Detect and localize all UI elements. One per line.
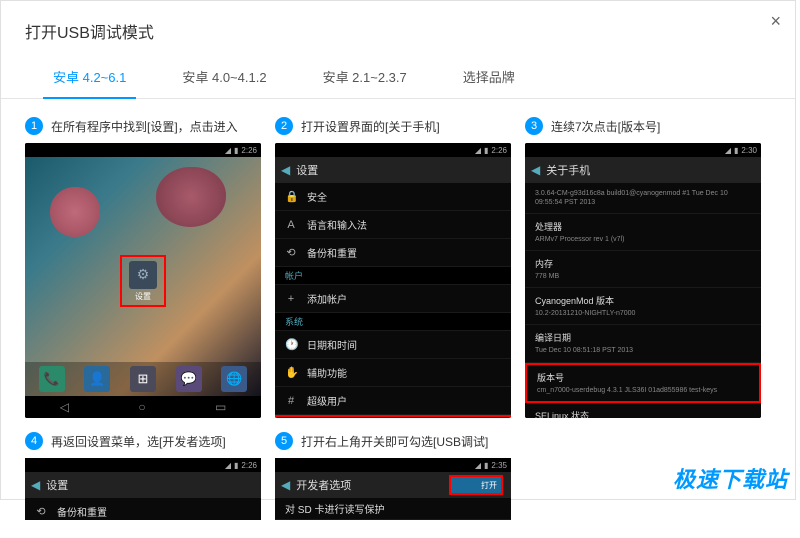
settings-app-highlight: ⚙ 设置 [120, 255, 166, 307]
about-phone-highlight: ⓘ关于手机 [275, 415, 511, 418]
step-text: 打开设置界面的[关于手机] [301, 118, 440, 135]
info-block: 编译日期Tue Dec 10 08:51:18 PST 2013 [525, 325, 761, 362]
status-time: 2:26 [491, 146, 507, 155]
list-item: 🕐日期和时间 [275, 331, 511, 359]
header-title: 开发者选项 [296, 477, 351, 493]
list-item: #超级用户 [275, 387, 511, 415]
tabs-bar: 安卓 4.2~6.1 安卓 4.0~4.1.2 安卓 2.1~2.3.7 选择品… [1, 57, 795, 99]
phone-screenshot-3: ◢▮2:30 ◀ 关于手机 3.0.64-CM-g93d16c8a build01… [525, 143, 761, 418]
contacts-icon: 👤 [84, 366, 110, 392]
settings-list: 🔒安全 A语言和输入法 ⟲备份和重置 帐户 +添加帐户 系统 🕐日期和时间 ✋辅… [275, 183, 511, 418]
status-time: 2:30 [741, 146, 757, 155]
tab-select-brand[interactable]: 选择品牌 [435, 57, 543, 98]
step-3: 3 连续7次点击[版本号] ◢▮2:30 ◀ 关于手机 3.0.64-CM-g93… [525, 117, 761, 418]
header-title: 关于手机 [546, 162, 590, 178]
step-number: 4 [25, 432, 43, 450]
watermark-text: 极速下载站 [673, 462, 788, 494]
header-title: 设置 [46, 477, 68, 493]
back-icon: ◀ [281, 163, 290, 177]
back-icon: ◀ [31, 478, 40, 492]
usb-debug-dialog: × 打开USB调试模式 安卓 4.2~6.1 安卓 4.0~4.1.2 安卓 2… [0, 0, 796, 500]
phone-icon: 📞 [39, 366, 65, 392]
step-4: 4 再返回设置菜单，选[开发者选项] ◢▮2:26 ◀ 设置 ⟲备份和重置 [25, 432, 261, 520]
section-header: 系统 [275, 313, 511, 331]
status-time: 2:26 [241, 461, 257, 470]
close-icon[interactable]: × [770, 11, 781, 32]
phone-screenshot-4: ◢▮2:26 ◀ 设置 ⟲备份和重置 [25, 458, 261, 520]
step-2: 2 打开设置界面的[关于手机] ◢▮2:26 ◀ 设置 🔒安全 A语言和输入法 ⟲… [275, 117, 511, 418]
info-block: 内存778 MB [525, 251, 761, 288]
status-bar: ◢▮2:26 [25, 458, 261, 472]
list-item: 对 SD 卡进行读写保护 [275, 498, 511, 520]
dialog-title: 打开USB调试模式 [1, 1, 795, 57]
step-text: 再返回设置菜单，选[开发者选项] [51, 433, 226, 450]
status-bar: ◢▮2:35 [275, 458, 511, 472]
back-icon: ◀ [281, 478, 290, 492]
settings-header: ◀ 设置 [25, 472, 261, 498]
tab-android-21-237[interactable]: 安卓 2.1~2.3.7 [295, 57, 435, 98]
tab-android-40-412[interactable]: 安卓 4.0~4.1.2 [154, 57, 294, 98]
status-bar: ◢▮2:26 [275, 143, 511, 157]
status-time: 2:26 [241, 146, 257, 155]
settings-label: 设置 [135, 291, 151, 302]
dev-toggle-highlight: 打开 [449, 475, 503, 495]
list-item: ✋辅助功能 [275, 359, 511, 387]
section-header: 帐户 [275, 267, 511, 285]
phone-screenshot-1: ◢▮2:26 ⚙ 设置 📞 👤 ⊞ 💬 🌐 ◁○▭ [25, 143, 261, 418]
tab-android-42-61[interactable]: 安卓 4.2~6.1 [25, 57, 154, 98]
list-item: +添加帐户 [275, 285, 511, 313]
apps-icon: ⊞ [130, 366, 156, 392]
phone-screenshot-5: ◢▮2:35 ◀开发者选项 打开 对 SD 卡进行读写保护 应用必须申请读取 S… [275, 458, 511, 520]
nav-bar: ◁○▭ [25, 396, 261, 418]
about-header: ◀ 关于手机 [525, 157, 761, 183]
step-number: 5 [275, 432, 293, 450]
step-number: 2 [275, 117, 293, 135]
status-bar: ◢▮2:30 [525, 143, 761, 157]
list-item: ⟲备份和重置 [25, 498, 261, 520]
status-bar: ◢▮2:26 [25, 143, 261, 157]
about-list: 3.0.64-CM-g93d16c8a build01@cyanogenmod … [525, 183, 761, 418]
home-wallpaper: ⚙ 设置 [25, 157, 261, 396]
dock-bar: 📞 👤 ⊞ 💬 🌐 [25, 362, 261, 396]
header-title: 设置 [296, 162, 318, 178]
list-item: 🔒安全 [275, 183, 511, 211]
messages-icon: 💬 [176, 366, 202, 392]
browser-icon: 🌐 [221, 366, 247, 392]
step-number: 3 [525, 117, 543, 135]
back-icon: ◀ [531, 163, 540, 177]
step-text: 打开右上角开关即可勾选[USB调试] [301, 433, 488, 450]
step-number: 1 [25, 117, 43, 135]
settings-header: ◀ 设置 [275, 157, 511, 183]
list-item: A语言和输入法 [275, 211, 511, 239]
phone-screenshot-2: ◢▮2:26 ◀ 设置 🔒安全 A语言和输入法 ⟲备份和重置 帐户 +添加帐户 系… [275, 143, 511, 418]
step-text: 连续7次点击[版本号] [551, 118, 660, 135]
step-1: 1 在所有程序中找到[设置]，点击进入 ◢▮2:26 ⚙ 设置 📞 👤 ⊞ 💬 … [25, 117, 261, 418]
info-block: CyanogenMod 版本10.2-20131210-NIGHTLY-n700… [525, 288, 761, 325]
info-block: 处理器ARMv7 Processor rev 1 (v7l) [525, 214, 761, 251]
list-item: ⟲备份和重置 [275, 239, 511, 267]
build-number-highlight: 版本号cm_n7000-userdebug 4.3.1 JLS36I 01ad8… [525, 363, 761, 403]
step-text: 在所有程序中找到[设置]，点击进入 [51, 118, 238, 135]
gear-icon: ⚙ [129, 261, 157, 289]
info-block: 3.0.64-CM-g93d16c8a build01@cyanogenmod … [525, 183, 761, 214]
status-time: 2:35 [491, 461, 507, 470]
info-block: SELinux 状态 [525, 403, 761, 418]
dev-options-header: ◀ 开发者选项 打开 [275, 472, 511, 498]
